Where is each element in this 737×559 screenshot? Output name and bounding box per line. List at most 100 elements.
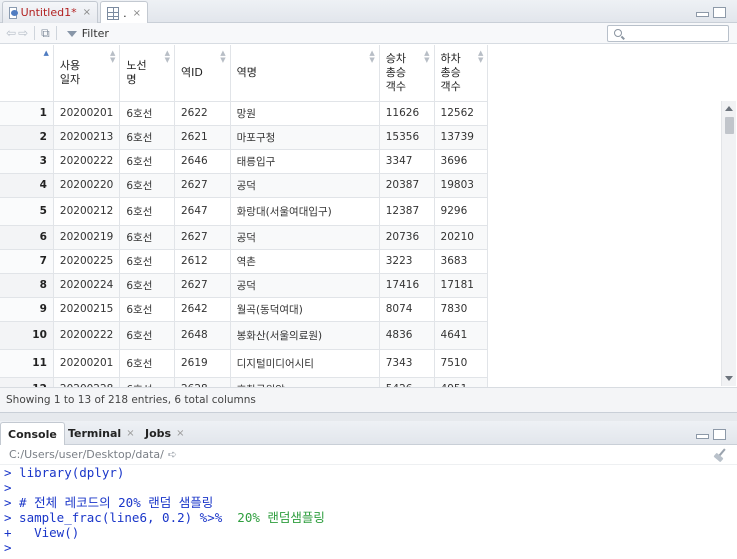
close-icon[interactable]: × <box>83 7 91 18</box>
column-header[interactable]: ▲ ▼ 역명 <box>230 45 380 102</box>
minimize-icon[interactable] <box>696 12 709 17</box>
maximize-icon[interactable] <box>713 429 726 440</box>
alighting-count-cell: 13739 <box>434 125 489 150</box>
table-row[interactable]: 3 20200222 6호선 2646 태릉입구 3347 3696 <box>0 149 721 174</box>
vertical-scrollbar[interactable] <box>721 101 736 386</box>
empty-cell <box>487 225 721 249</box>
console-line: > sample_frac(line6, 0.2) %>% 20% 랜덤샘플링 <box>4 510 737 525</box>
table-row[interactable]: 5 20200212 6호선 2647 화랑대(서울여대입구) 12387 9296 <box>0 197 721 226</box>
table-row[interactable]: 7 20200225 6호선 2612 역촌 3223 3683 <box>0 249 721 274</box>
station-id-cell: 2648 <box>174 321 231 350</box>
scrollbar-thumb[interactable] <box>725 117 734 134</box>
empty-cell <box>487 321 721 349</box>
station-id-cell: 2642 <box>174 297 231 322</box>
toolbar-divider <box>34 26 36 40</box>
date-cell: 20200224 <box>53 273 121 298</box>
data-grid-icon <box>107 6 120 20</box>
date-cell: 20200220 <box>53 173 121 198</box>
sort-icon: ▲ ▼ <box>164 49 170 64</box>
table-row[interactable]: 10 20200222 6호선 2648 봉화산(서울의료원) 4836 4641 <box>0 321 721 350</box>
alighting-count-cell: 3696 <box>434 149 489 174</box>
console-comment: 20% 랜덤샘플링 <box>222 510 325 525</box>
tab-terminal[interactable]: Terminal × <box>61 422 142 445</box>
minimize-icon[interactable] <box>696 434 709 439</box>
forward-arrow-icon[interactable]: ⇨ <box>18 26 28 40</box>
scroll-up-icon[interactable] <box>725 106 733 111</box>
row-number: 2 <box>0 125 54 150</box>
tab-jobs[interactable]: Jobs × <box>138 422 191 445</box>
tab-label: Untitled1* <box>20 6 77 19</box>
station-name-cell: 망원 <box>230 101 380 126</box>
column-header[interactable]: ▲ ▼ 사용 일자 <box>53 45 121 102</box>
go-to-directory-icon[interactable]: ➪ <box>168 448 177 461</box>
boarding-count-cell: 3347 <box>379 149 435 174</box>
console-output[interactable]: > library(dplyr) > > # 전체 레코드의 20% 랜덤 샘플링 >… <box>0 465 737 559</box>
console-line: > <box>4 480 737 495</box>
back-arrow-icon[interactable]: ⇦ <box>6 26 16 40</box>
table-row[interactable]: 2 20200213 6호선 2621 마포구청 15356 13739 <box>0 125 721 150</box>
station-name-cell: 태릉입구 <box>230 149 380 174</box>
console-line: > library(dplyr) <box>4 465 737 480</box>
boarding-count-cell: 5426 <box>379 377 435 387</box>
table-row[interactable]: 1 20200201 6호선 2622 망원 11626 12562 <box>0 101 721 126</box>
table-row[interactable]: 8 20200224 6호선 2627 공덕 17416 17181 <box>0 273 721 298</box>
station-name-cell: 디지털미디어시티 <box>230 349 380 378</box>
search-input[interactable] <box>607 25 729 42</box>
empty-cell <box>487 101 721 125</box>
clear-console-icon[interactable] <box>713 448 729 462</box>
table-row[interactable]: 9 20200215 6호선 2642 월곡(동덕여대) 8074 7830 <box>0 297 721 322</box>
scroll-down-icon[interactable] <box>725 376 733 381</box>
filter-button[interactable]: Filter <box>66 27 109 40</box>
boarding-count-cell: 4836 <box>379 321 435 350</box>
empty-header-space <box>487 45 721 101</box>
column-header[interactable]: ▲ ▼ 노선 명 <box>119 45 175 102</box>
station-id-cell: 2622 <box>174 101 231 126</box>
date-cell: 20200215 <box>53 297 121 322</box>
close-icon[interactable]: × <box>126 428 134 439</box>
boarding-count-cell: 8074 <box>379 297 435 322</box>
column-header[interactable]: ▲ ▼ 하차 총승 객수 <box>434 45 489 102</box>
alighting-count-cell: 7830 <box>434 297 489 322</box>
alighting-count-cell: 9296 <box>434 197 489 226</box>
column-header[interactable]: ▲ ▼ 승차 총승 객수 <box>379 45 435 102</box>
console-line: > <box>4 540 737 555</box>
row-number: 11 <box>0 349 54 378</box>
boarding-count-cell: 15356 <box>379 125 435 150</box>
date-cell: 20200201 <box>53 101 121 126</box>
line-cell: 6호선 <box>119 197 175 226</box>
sort-icon: ▲ ▼ <box>369 49 375 64</box>
table-row[interactable]: 4 20200220 6호선 2627 공덕 20387 19803 <box>0 173 721 198</box>
row-number: 8 <box>0 273 54 298</box>
tab-untitled1[interactable]: Untitled1* × <box>2 1 98 23</box>
close-icon[interactable]: × <box>133 8 141 19</box>
line-cell: 6호선 <box>119 225 175 250</box>
date-cell: 20200222 <box>53 149 121 174</box>
line-cell: 6호선 <box>119 273 175 298</box>
tab-data-view[interactable]: . × <box>100 1 148 24</box>
pane-splitter[interactable] <box>0 413 737 421</box>
maximize-icon[interactable] <box>713 7 726 18</box>
tab-console[interactable]: Console <box>0 422 65 445</box>
boarding-count-cell: 3223 <box>379 249 435 274</box>
table-row[interactable]: 6 20200219 6호선 2627 공덕 20736 20210 <box>0 225 721 250</box>
data-viewer-toolbar: ⇦ ⇨ ⧉ Filter <box>0 23 737 44</box>
date-cell: 20200228 <box>53 377 121 387</box>
console-code: > # 전체 레코드의 20% 랜덤 샘플링 <box>4 495 214 510</box>
empty-cell <box>487 197 721 225</box>
close-icon[interactable]: × <box>176 428 184 439</box>
row-number-header[interactable]: ▲ <box>0 45 54 102</box>
station-id-cell: 2628 <box>174 377 231 387</box>
sort-icon: ▲ ▼ <box>424 49 430 64</box>
column-header[interactable]: ▲ ▼ 역ID <box>174 45 231 102</box>
date-cell: 20200213 <box>53 125 121 150</box>
station-id-cell: 2627 <box>174 273 231 298</box>
date-cell: 20200201 <box>53 349 121 378</box>
popout-icon[interactable]: ⧉ <box>41 26 50 41</box>
table-row[interactable]: 12202002286호선2628효창공원앞54264951 <box>0 377 721 387</box>
station-name-cell: 월곡(동덕여대) <box>230 297 380 322</box>
pane-window-controls <box>696 7 726 18</box>
filter-icon <box>66 31 77 37</box>
table-row[interactable]: 11 20200201 6호선 2619 디지털미디어시티 7343 7510 <box>0 349 721 378</box>
console-line: + View() <box>4 525 737 540</box>
row-number: 12 <box>0 377 54 387</box>
